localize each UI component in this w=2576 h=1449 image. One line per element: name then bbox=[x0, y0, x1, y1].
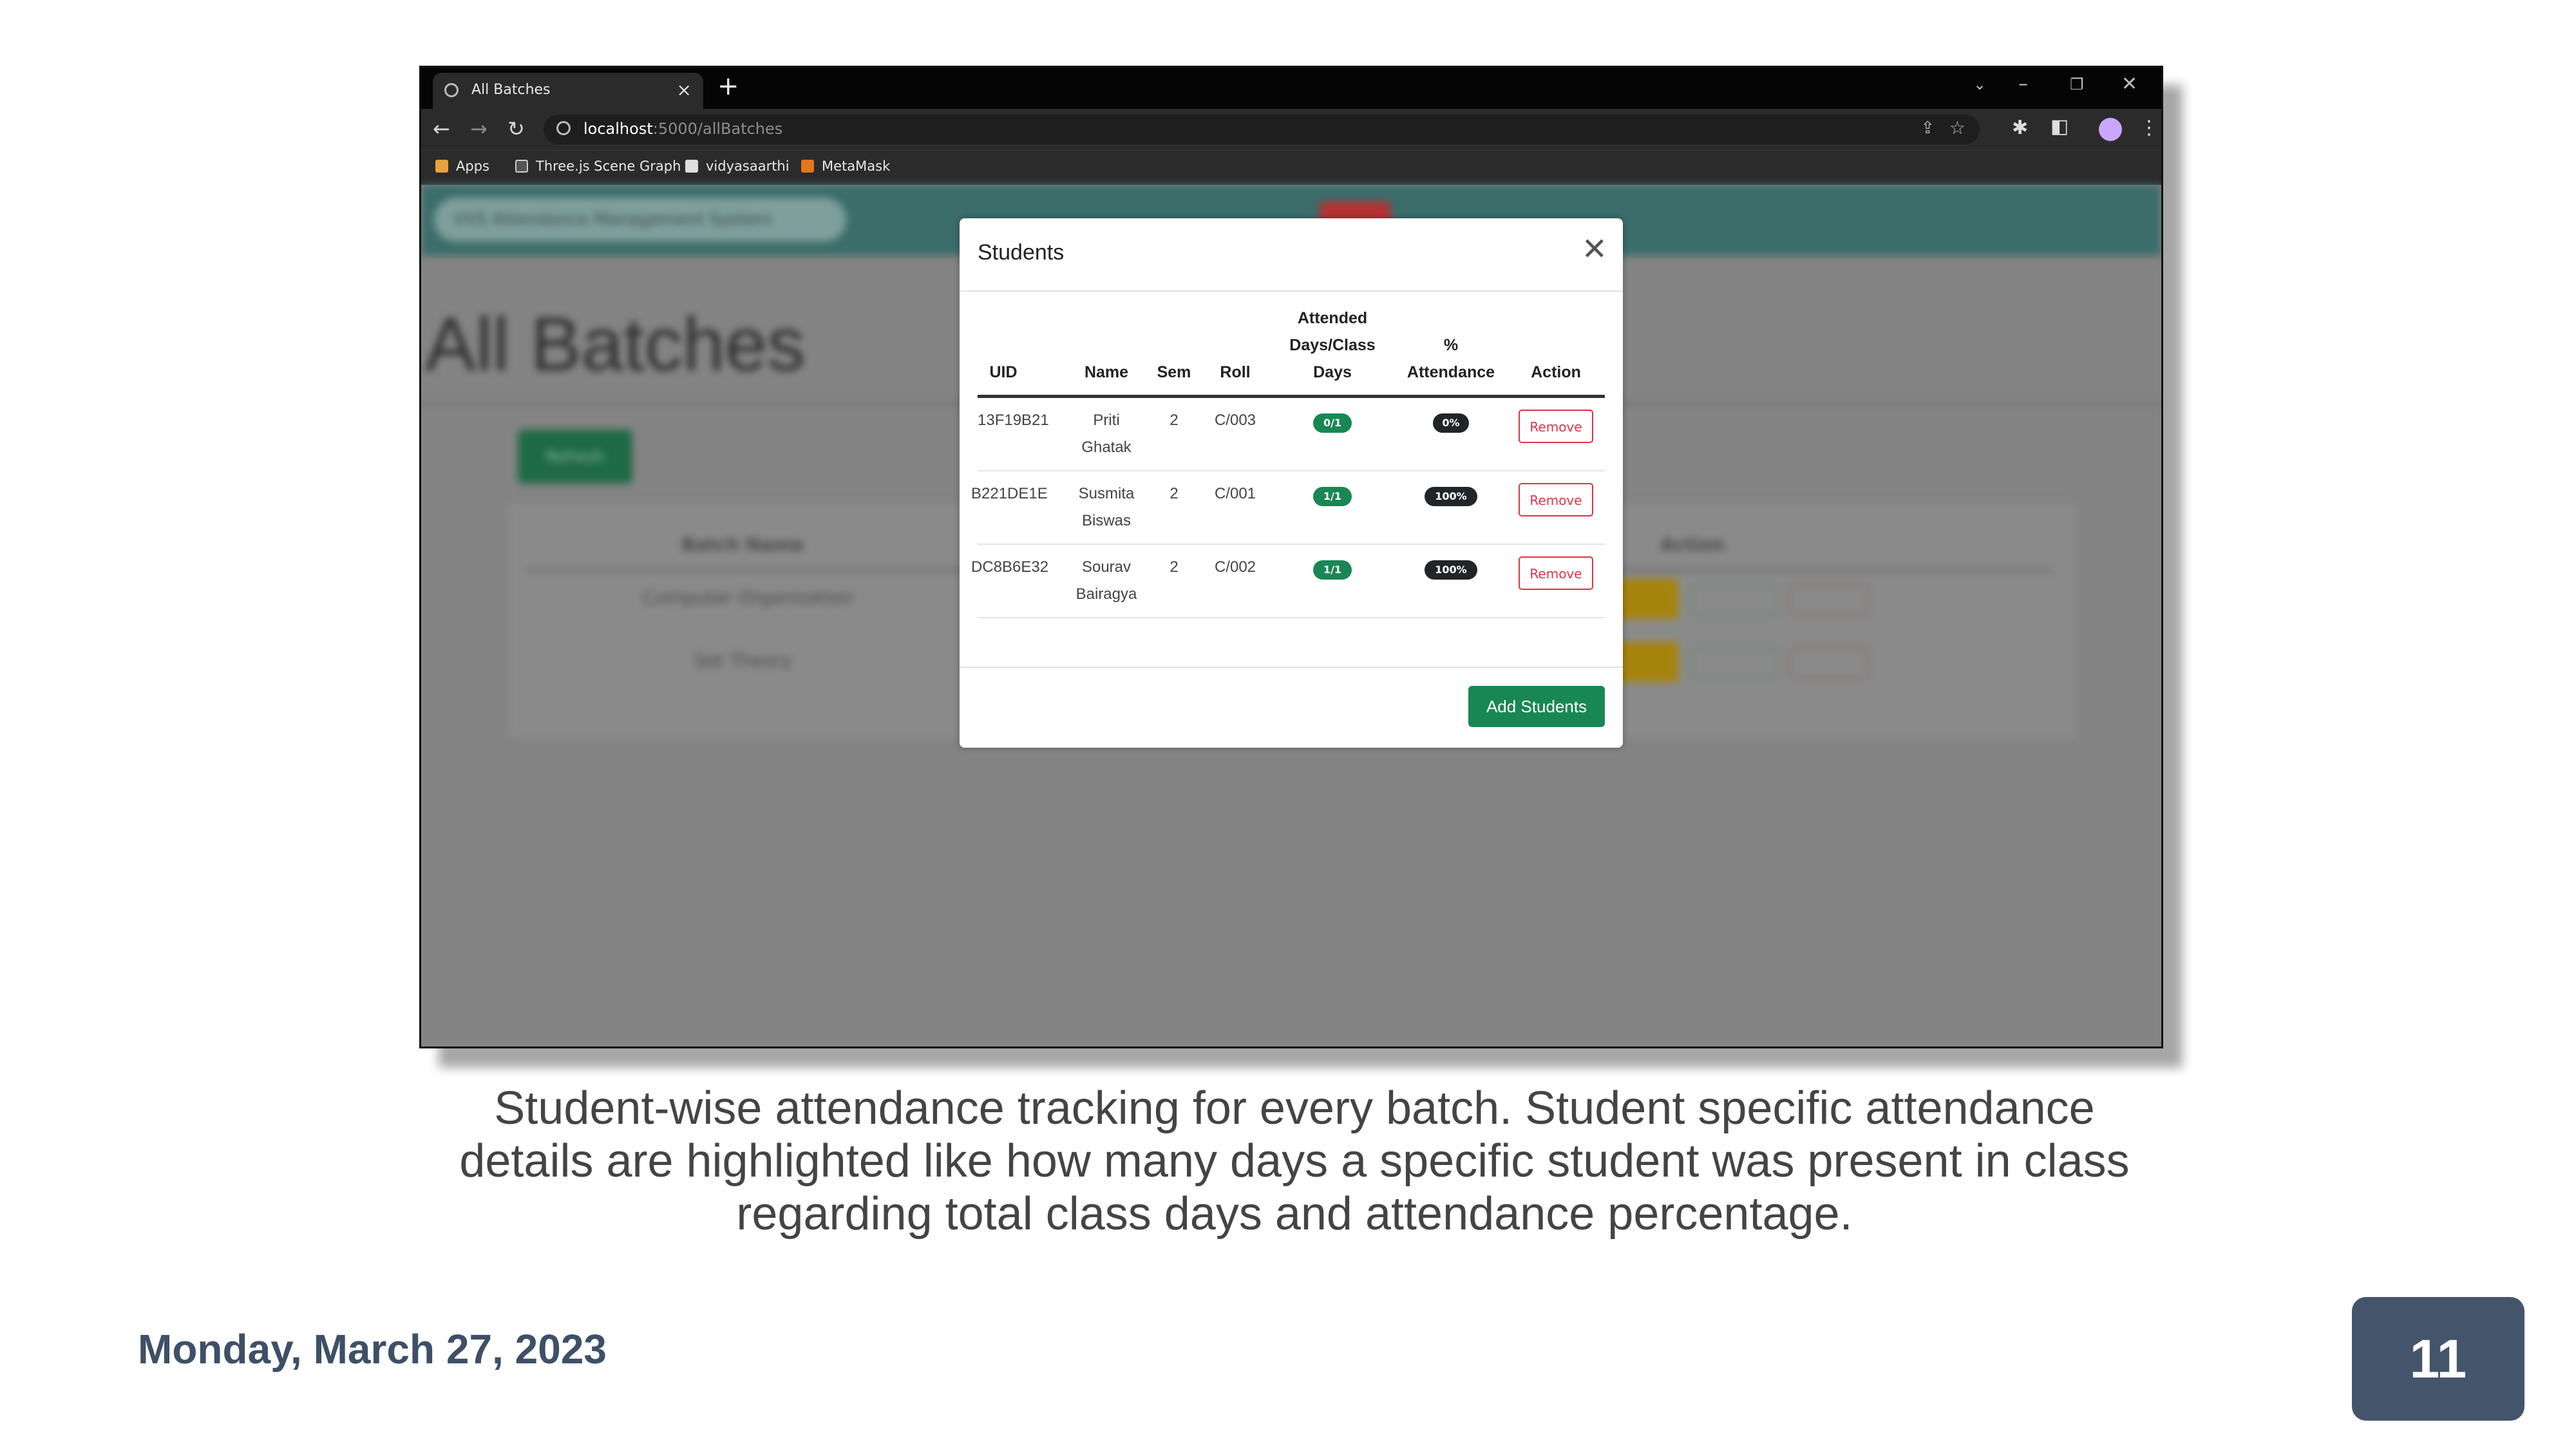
uid-cell: 13F19B21 bbox=[978, 412, 1049, 429]
tab-strip: All Batches × + ⌄ – ❐ ✕ bbox=[421, 68, 2161, 109]
browser-screenshot: All Batches × + ⌄ – ❐ ✕ ← → ↻ localhost:… bbox=[419, 66, 2163, 1048]
slide-date: Monday, March 27, 2023 bbox=[138, 1326, 607, 1372]
extensions-puzzle-icon[interactable]: ✱ bbox=[2012, 117, 2028, 139]
background-page: VVS Attendance Management System All Bat… bbox=[421, 185, 2161, 1046]
remove-button[interactable]: Remove bbox=[1519, 483, 1593, 516]
page-title: All Batches bbox=[425, 302, 806, 387]
attended-badge: 1/1 bbox=[1313, 560, 1352, 580]
batch-row-name: Set Theory bbox=[694, 650, 793, 671]
tab-title: All Batches bbox=[471, 82, 551, 98]
modal-footer: Add Students bbox=[960, 667, 1623, 749]
students-table-header: UID Name Sem Roll Attended Days/Class Da… bbox=[978, 302, 1605, 398]
batch-name-header: Batch Name bbox=[681, 534, 804, 555]
col-percent: % Attendance bbox=[1406, 336, 1495, 381]
name-cell: Susmita Biswas bbox=[1078, 485, 1135, 529]
restore-icon[interactable]: ❐ bbox=[2070, 75, 2084, 93]
minimize-icon[interactable]: – bbox=[2018, 73, 2028, 95]
add-students-button[interactable]: Add Students bbox=[1468, 686, 1605, 727]
metamask-fox-icon bbox=[801, 160, 814, 173]
remove-button[interactable]: Remove bbox=[1519, 410, 1593, 443]
share-icon[interactable]: ⇪ bbox=[1920, 118, 1935, 138]
new-tab-icon[interactable]: + bbox=[717, 71, 739, 101]
percent-badge: 0% bbox=[1433, 413, 1469, 433]
back-icon[interactable]: ← bbox=[433, 117, 450, 141]
name-cell: Priti Ghatak bbox=[1081, 412, 1132, 456]
browser-toolbar: ← → ↻ localhost:5000/allBatches ⇪ ☆ ✱ ◧ … bbox=[421, 109, 2161, 150]
percent-badge: 100% bbox=[1425, 487, 1477, 506]
tab-search-icon[interactable]: ⌄ bbox=[1973, 75, 1986, 93]
close-icon[interactable]: ✕ bbox=[1582, 234, 1607, 265]
window-close-icon[interactable]: ✕ bbox=[2121, 73, 2137, 95]
sem-cell: 2 bbox=[1170, 412, 1179, 429]
col-sem: Sem bbox=[1157, 363, 1191, 381]
students-modal: Students ✕ UID Name Sem Roll Attended Da… bbox=[960, 218, 1623, 748]
reload-icon[interactable]: ↻ bbox=[507, 117, 525, 141]
address-url: localhost:5000/allBatches bbox=[583, 120, 783, 138]
action-header: Action bbox=[1660, 534, 1725, 555]
percent-badge: 100% bbox=[1425, 560, 1477, 580]
modal-title: Students bbox=[978, 240, 1065, 265]
site-info-icon[interactable] bbox=[556, 121, 571, 135]
activate-chip bbox=[1691, 647, 1777, 679]
roll-cell: C/001 bbox=[1214, 485, 1256, 502]
col-uid: UID bbox=[989, 363, 1018, 381]
forward-icon[interactable]: → bbox=[470, 117, 488, 141]
bookmark-page-icon bbox=[685, 160, 698, 173]
bookmark-star-icon[interactable]: ☆ bbox=[1949, 117, 1965, 138]
col-name: Name bbox=[1084, 363, 1129, 381]
apps-grid-icon bbox=[435, 160, 448, 173]
globe-icon bbox=[444, 83, 459, 97]
page-number: 11 bbox=[2352, 1297, 2524, 1421]
attended-badge: 1/1 bbox=[1313, 487, 1352, 506]
col-action: Action bbox=[1531, 363, 1581, 381]
table-row: B221DE1E Susmita Biswas 2 C/001 1/1 100% … bbox=[971, 471, 1605, 545]
bookmark-vidyasaarthi[interactable]: vidyasaarthi bbox=[685, 158, 790, 174]
col-attended: Attended Days/Class Days bbox=[1289, 309, 1376, 381]
roll-cell: C/003 bbox=[1214, 412, 1256, 429]
bookmark-metamask[interactable]: MetaMask bbox=[801, 158, 890, 174]
sem-cell: 2 bbox=[1170, 558, 1179, 576]
side-panel-icon[interactable]: ◧ bbox=[2050, 115, 2069, 138]
slide-caption: Student-wise attendance tracking for eve… bbox=[459, 1083, 2130, 1240]
bookmark-apps[interactable]: Apps bbox=[435, 158, 489, 174]
roll-cell: C/002 bbox=[1214, 558, 1256, 576]
attended-badge: 0/1 bbox=[1313, 413, 1352, 433]
profile-avatar[interactable] bbox=[2099, 118, 2122, 141]
table-row: 13F19B21 Priti Ghatak 2 C/003 0/1 0% Remo… bbox=[978, 398, 1605, 471]
uid-cell: B221DE1E bbox=[971, 485, 1048, 502]
threejs-icon bbox=[515, 160, 528, 173]
name-cell: Sourav Bairagya bbox=[1075, 558, 1137, 603]
table-row: DC8B6E32 Sourav Bairagya 2 C/002 1/1 100%… bbox=[971, 545, 1605, 618]
delete-chip bbox=[1789, 584, 1869, 616]
activate-chip bbox=[1691, 584, 1777, 616]
delete-chip bbox=[1789, 647, 1869, 679]
menu-kebab-icon[interactable]: ⋮ bbox=[2139, 117, 2159, 139]
browser-tab[interactable]: All Batches × bbox=[433, 73, 703, 109]
batch-row-name: Computer Organization bbox=[643, 587, 854, 608]
refresh-button: Refresh bbox=[518, 430, 632, 484]
address-bar[interactable]: localhost:5000/allBatches ⇪ ☆ bbox=[544, 115, 1980, 144]
uid-cell: DC8B6E32 bbox=[971, 558, 1049, 576]
sem-cell: 2 bbox=[1170, 485, 1179, 502]
bookmarks-bar: Apps Three.js Scene Graph vidyasaarthi M… bbox=[421, 150, 2161, 185]
col-roll: Roll bbox=[1220, 363, 1251, 381]
remove-button[interactable]: Remove bbox=[1519, 556, 1593, 590]
close-tab-icon[interactable]: × bbox=[677, 79, 692, 100]
app-brand: VVS Attendance Management System bbox=[434, 198, 846, 242]
bookmark-threejs[interactable]: Three.js Scene Graph bbox=[515, 158, 681, 174]
modal-header: Students ✕ bbox=[960, 218, 1623, 292]
